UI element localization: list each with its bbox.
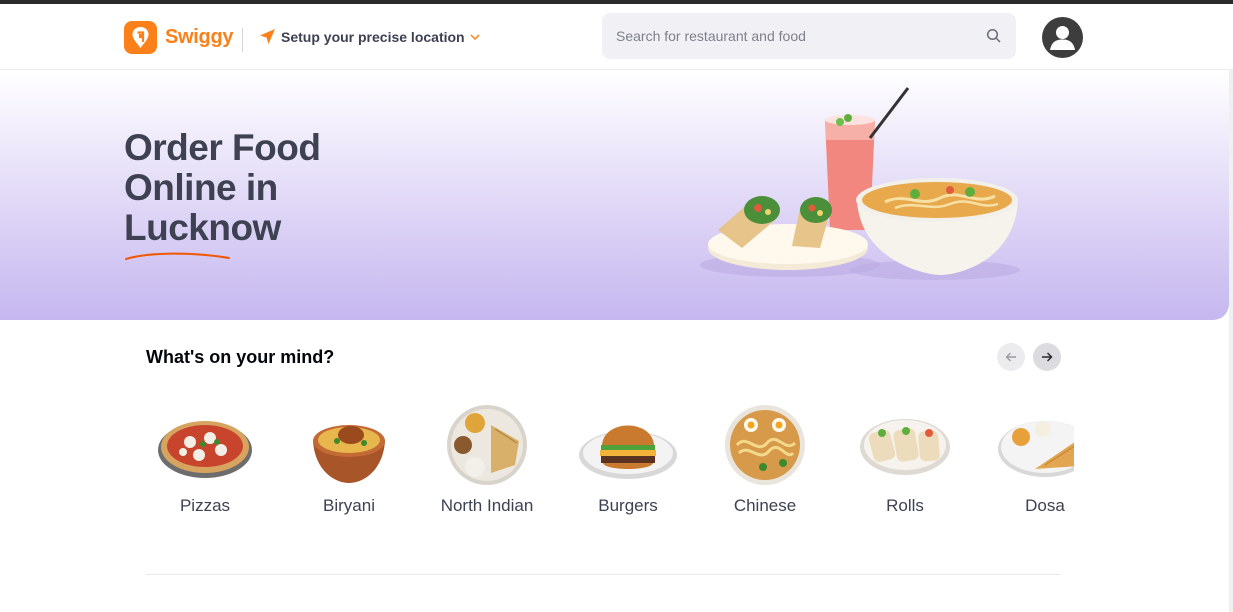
carousel-prev-button[interactable] <box>997 343 1025 371</box>
cuisine-carousel: Pizzas Biryani North Indian Burgers Chin… <box>146 400 1074 530</box>
arrow-left-icon <box>1005 352 1016 362</box>
hero-banner: Order Food Online in Lucknow <box>0 70 1229 320</box>
section-divider <box>146 574 1061 575</box>
brand-name: Swiggy <box>165 26 234 48</box>
swiggy-logo[interactable]: Swiggy <box>124 21 234 54</box>
rolls-image <box>860 419 950 475</box>
user-icon <box>1050 26 1075 50</box>
carousel-next-button[interactable] <box>1033 343 1061 371</box>
cuisine-label: Pizzas <box>179 496 231 515</box>
top-navbar: Swiggy Setup your precise location <box>0 4 1233 70</box>
search-input[interactable] <box>616 28 986 44</box>
cuisine-item-dosa[interactable]: Dosa <box>983 400 1074 516</box>
scrollbar-track[interactable] <box>1229 4 1233 612</box>
hero-title-city: Lucknow <box>124 207 281 248</box>
search-icon[interactable] <box>986 28 1002 44</box>
burger-image <box>579 425 677 479</box>
cuisine-label: North Indian <box>440 496 534 515</box>
cuisine-label: Chinese <box>733 496 797 515</box>
city-underline <box>125 252 230 260</box>
hero-title: Order Food Online in Lucknow <box>124 128 384 248</box>
cuisine-label: Dosa <box>1025 496 1065 515</box>
food-illustration <box>700 87 1020 280</box>
swiggy-logo-icon <box>124 21 157 54</box>
dosa-image <box>998 421 1074 477</box>
hero-title-line: Order Food <box>124 127 321 168</box>
user-avatar[interactable] <box>1042 17 1083 58</box>
cuisine-label: Rolls <box>886 496 924 515</box>
chevron-down-icon <box>470 33 480 40</box>
cuisine-item-north-indian[interactable]: North Indian <box>425 400 549 516</box>
noodles-image <box>725 405 805 485</box>
pizza-image <box>158 421 252 478</box>
cuisine-label: Biryani <box>323 496 375 515</box>
location-label: Setup your precise location <box>281 28 465 45</box>
header-divider <box>242 28 243 52</box>
location-selector[interactable]: Setup your precise location <box>259 28 480 45</box>
arrow-right-icon <box>1042 352 1053 362</box>
cuisine-item-biryani[interactable]: Biryani <box>287 400 411 516</box>
cuisine-label: Burgers <box>598 496 658 515</box>
cuisine-item-pizzas[interactable]: Pizzas <box>146 400 267 516</box>
biryani-image <box>313 425 385 483</box>
north-indian-thali-image <box>447 405 527 485</box>
cuisine-item-burgers[interactable]: Burgers <box>566 400 690 516</box>
hero-title-line: Online in <box>124 167 278 208</box>
cuisine-item-chinese[interactable]: Chinese <box>703 400 827 516</box>
search-bar[interactable] <box>602 13 1016 59</box>
navigation-arrow-icon <box>260 29 275 44</box>
cuisine-item-rolls[interactable]: Rolls <box>843 400 967 516</box>
whats-on-your-mind-title: What's on your mind? <box>146 347 335 367</box>
